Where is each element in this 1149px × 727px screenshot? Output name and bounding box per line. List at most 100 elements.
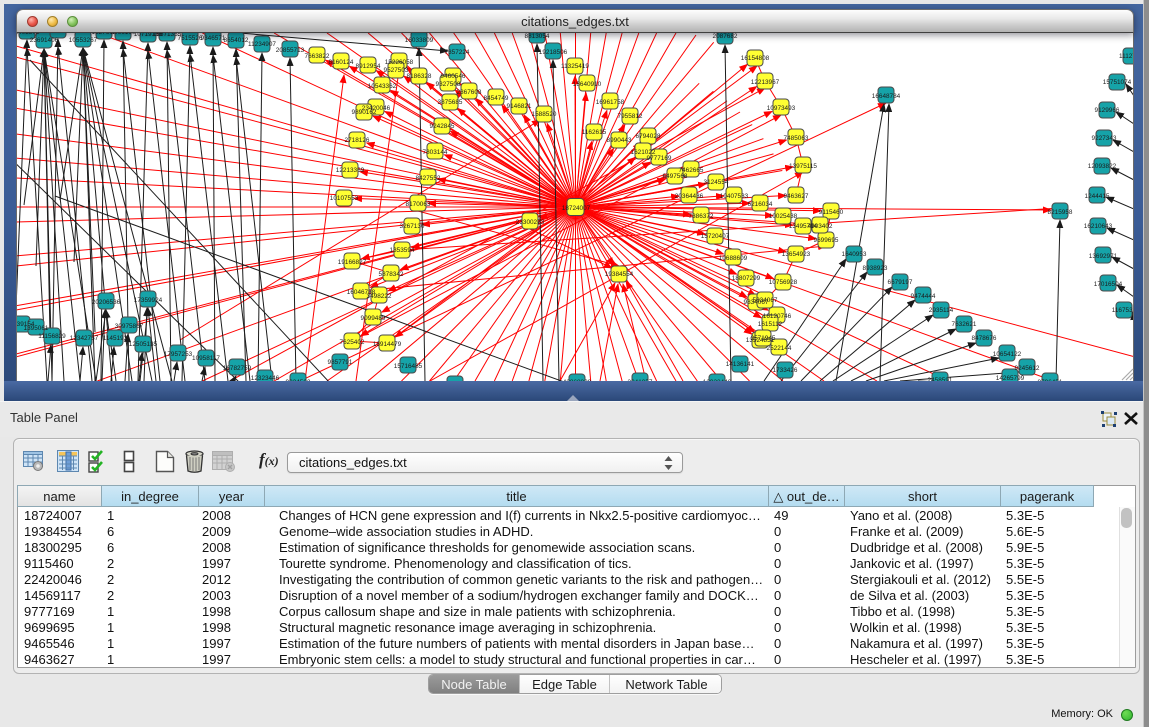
svg-text:9527503: 9527503 (384, 67, 409, 74)
svg-text:10958117: 10958117 (192, 355, 220, 362)
svg-text:20364436: 20364436 (675, 193, 704, 200)
svg-text:12505135: 12505135 (129, 341, 158, 348)
svg-text:1733426: 1733426 (773, 367, 798, 374)
svg-text:1640953: 1640953 (842, 251, 867, 258)
svg-text:10973493: 10973493 (767, 105, 796, 112)
svg-text:1353594: 1353594 (390, 247, 415, 254)
svg-text:19384554: 19384554 (605, 271, 634, 278)
svg-text:15751074: 15751074 (1103, 79, 1132, 86)
svg-text:8938923: 8938923 (863, 265, 888, 272)
svg-text:10107553: 10107553 (330, 195, 359, 202)
svg-text:13692971: 13692971 (1089, 253, 1118, 260)
svg-text:9460546: 9460546 (441, 73, 466, 80)
svg-text:16648784: 16648784 (872, 93, 901, 100)
svg-text:15720407: 15720407 (701, 233, 730, 240)
svg-text:8813054: 8813054 (525, 33, 550, 40)
svg-text:6216034: 6216034 (748, 201, 773, 208)
svg-text:10407533: 10407533 (720, 193, 749, 200)
svg-text:16876112: 16876112 (44, 33, 72, 34)
svg-text:10654122: 10654122 (993, 351, 1022, 358)
svg-text:11156829: 11156829 (38, 333, 66, 340)
svg-text:10756928: 10756928 (769, 279, 798, 286)
svg-text:18724007: 18724007 (562, 205, 591, 212)
svg-text:1244415: 1244415 (1085, 193, 1110, 200)
svg-text:18640910: 18640910 (573, 81, 602, 88)
svg-text:12213967: 12213967 (751, 79, 780, 86)
svg-text:8654012: 8654012 (224, 37, 249, 44)
svg-text:1112754: 1112754 (1119, 53, 1134, 60)
svg-text:9463627: 9463627 (784, 193, 809, 200)
svg-text:1588520: 1588520 (532, 111, 557, 118)
svg-text:9474444: 9474444 (911, 293, 936, 300)
svg-text:9346571: 9346571 (201, 35, 226, 42)
svg-text:3498222: 3498222 (367, 293, 392, 300)
svg-text:12213369: 12213369 (336, 167, 365, 174)
svg-text:1145193: 1145193 (103, 335, 128, 342)
svg-text:3875685: 3875685 (438, 99, 463, 106)
svg-text:8912954: 8912954 (356, 63, 381, 70)
svg-text:8170063: 8170063 (406, 201, 431, 208)
svg-text:2935114: 2935114 (929, 307, 954, 314)
svg-text:2571945: 2571945 (751, 335, 776, 342)
svg-text:8454749: 8454749 (484, 95, 509, 102)
svg-text:7625402: 7625402 (340, 339, 365, 346)
svg-text:1405572: 1405572 (16, 33, 40, 36)
svg-text:8215958: 8215958 (1048, 209, 1073, 216)
svg-text:2718126: 2718126 (345, 137, 370, 144)
svg-text:19166827: 19166827 (338, 259, 367, 266)
svg-text:10688609: 10688609 (719, 255, 748, 262)
svg-text:5878342: 5878342 (379, 271, 404, 278)
svg-text:7663822: 7663822 (305, 53, 330, 60)
svg-text:9327508: 9327508 (436, 81, 461, 88)
svg-text:9777169: 9777169 (647, 155, 672, 162)
svg-text:11325419: 11325419 (561, 63, 589, 70)
svg-text:6679197: 6679197 (888, 279, 913, 286)
svg-text:1167533: 1167533 (1112, 307, 1134, 314)
svg-text:19218506: 19218506 (539, 49, 568, 56)
svg-text:12342757: 12342757 (70, 335, 99, 342)
svg-text:2522144: 2522144 (767, 345, 792, 352)
svg-text:7386372: 7386372 (689, 213, 714, 220)
svg-text:1162615: 1162615 (582, 129, 607, 136)
svg-text:8990443: 8990443 (607, 137, 632, 144)
svg-text:30975867: 30975867 (115, 323, 144, 330)
svg-text:23300273: 23300273 (516, 219, 545, 226)
svg-text:6466160: 6466160 (111, 33, 136, 36)
svg-text:14136141: 14136141 (726, 361, 755, 368)
svg-text:9245612: 9245612 (1015, 365, 1040, 372)
svg-text:16914479: 16914479 (373, 341, 402, 348)
svg-text:9699695: 9699695 (814, 237, 839, 244)
svg-text:9099489: 9099489 (361, 315, 386, 322)
svg-text:18807299: 18807299 (732, 275, 761, 282)
svg-text:9146821: 9146821 (507, 103, 532, 110)
svg-text:16961758: 16961758 (596, 99, 625, 106)
svg-text:3124554: 3124554 (704, 179, 729, 186)
svg-text:1395061: 1395061 (24, 325, 49, 332)
svg-text:9115460: 9115460 (819, 209, 844, 216)
svg-text:17359924: 17359924 (134, 297, 163, 304)
svg-text:16782759: 16782759 (223, 365, 252, 372)
svg-text:4903402: 4903402 (808, 223, 833, 230)
svg-text:5834067: 5834067 (753, 297, 778, 304)
svg-text:10543362: 10543362 (368, 83, 397, 90)
svg-text:7632621: 7632621 (952, 321, 977, 328)
svg-text:7515526: 7515526 (178, 35, 203, 42)
svg-text:20206536: 20206536 (92, 299, 121, 306)
svg-text:11234907: 11234907 (248, 41, 276, 48)
svg-text:6794028: 6794028 (636, 133, 661, 140)
svg-text:1615112: 1615112 (758, 321, 783, 328)
svg-text:6497568: 6497568 (663, 173, 688, 180)
svg-text:15716485: 15716485 (394, 363, 423, 370)
svg-text:3267130: 3267130 (400, 223, 425, 230)
svg-text:7357224: 7357224 (445, 49, 470, 56)
svg-text:8427552: 8427552 (416, 175, 441, 182)
svg-text:10553267: 10553267 (69, 37, 98, 44)
svg-text:7955812: 7955812 (618, 113, 643, 120)
svg-text:17957253: 17957253 (164, 351, 193, 358)
svg-text:8160124: 8160124 (329, 59, 354, 66)
svg-text:2367608: 2367608 (457, 89, 482, 96)
svg-text:16033809: 16033809 (405, 37, 434, 44)
svg-text:16120746: 16120746 (763, 313, 792, 320)
svg-text:8186328: 8186328 (407, 73, 432, 80)
svg-text:2087682: 2087682 (713, 33, 738, 40)
